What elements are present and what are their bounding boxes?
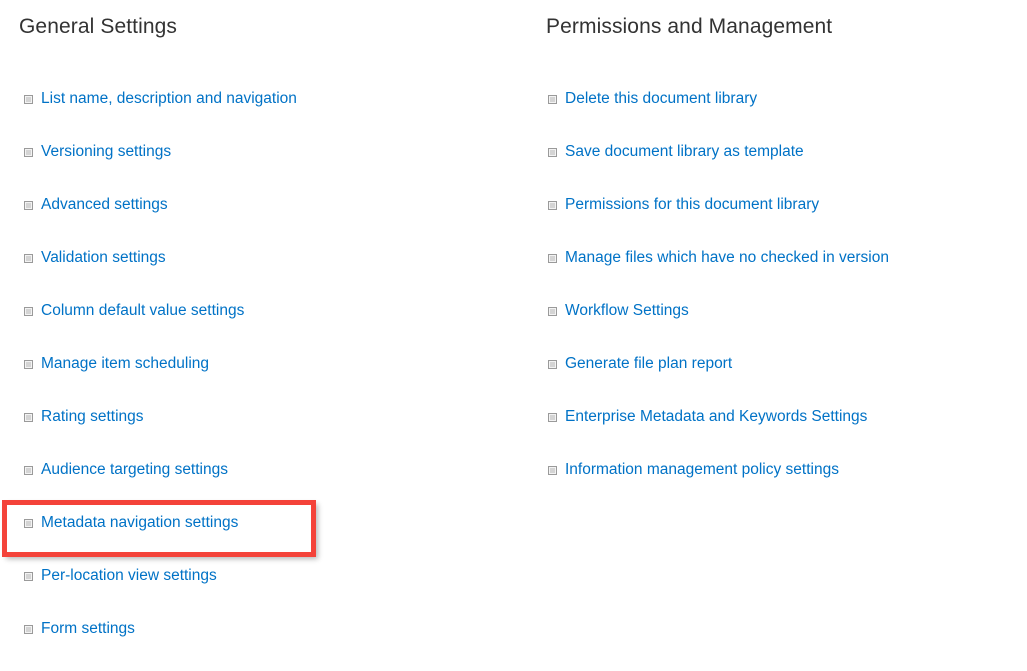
square-bullet-icon bbox=[548, 254, 557, 263]
settings-link[interactable]: Validation settings bbox=[41, 247, 166, 269]
settings-link-row[interactable]: Rating settings bbox=[24, 406, 524, 459]
permissions-and-management-heading: Permissions and Management bbox=[546, 0, 1016, 40]
square-bullet-icon bbox=[24, 466, 33, 475]
settings-link[interactable]: Generate file plan report bbox=[565, 353, 732, 375]
settings-link-row[interactable]: Save document library as template bbox=[548, 141, 1018, 194]
settings-link-row[interactable]: Manage item scheduling bbox=[24, 353, 524, 406]
square-bullet-icon bbox=[24, 201, 33, 210]
settings-link-row[interactable]: Column default value settings bbox=[24, 300, 524, 353]
general-settings-link-list: List name, description and navigation Ver… bbox=[24, 88, 524, 671]
settings-link[interactable]: List name, description and navigation bbox=[41, 88, 297, 110]
settings-link-row[interactable]: Delete this document library bbox=[548, 88, 1018, 141]
settings-link-row[interactable]: Generate file plan report bbox=[548, 353, 1018, 406]
settings-link[interactable]: Workflow Settings bbox=[565, 300, 689, 322]
settings-link[interactable]: Advanced settings bbox=[41, 194, 168, 216]
permissions-and-management-link-list: Delete this document library Save documen… bbox=[548, 88, 1018, 512]
settings-link[interactable]: Enterprise Metadata and Keywords Setting… bbox=[565, 406, 867, 428]
square-bullet-icon bbox=[24, 625, 33, 634]
settings-link[interactable]: Audience targeting settings bbox=[41, 459, 228, 481]
general-settings-column: General Settings List name, description … bbox=[19, 0, 519, 40]
square-bullet-icon bbox=[548, 360, 557, 369]
settings-link[interactable]: Manage files which have no checked in ve… bbox=[565, 247, 889, 269]
settings-link[interactable]: Per-location view settings bbox=[41, 565, 217, 587]
square-bullet-icon bbox=[548, 413, 557, 422]
square-bullet-icon bbox=[548, 307, 557, 316]
square-bullet-icon bbox=[548, 148, 557, 157]
settings-link[interactable]: Versioning settings bbox=[41, 141, 171, 163]
settings-link-row[interactable]: Workflow Settings bbox=[548, 300, 1018, 353]
square-bullet-icon bbox=[24, 360, 33, 369]
square-bullet-icon bbox=[24, 307, 33, 316]
settings-link[interactable]: Rating settings bbox=[41, 406, 144, 428]
settings-link[interactable]: Information management policy settings bbox=[565, 459, 839, 481]
square-bullet-icon bbox=[24, 95, 33, 104]
settings-link-row[interactable]: Permissions for this document library bbox=[548, 194, 1018, 247]
settings-link-row[interactable]: Validation settings bbox=[24, 247, 524, 300]
settings-link[interactable]: Metadata navigation settings bbox=[41, 512, 238, 534]
settings-link[interactable]: Delete this document library bbox=[565, 88, 757, 110]
settings-link-row[interactable]: Advanced settings bbox=[24, 194, 524, 247]
settings-link-row[interactable]: Form settings bbox=[24, 618, 524, 671]
square-bullet-icon bbox=[24, 254, 33, 263]
settings-link-row[interactable]: Audience targeting settings bbox=[24, 459, 524, 512]
square-bullet-icon bbox=[548, 466, 557, 475]
settings-link-row[interactable]: Manage files which have no checked in ve… bbox=[548, 247, 1018, 300]
permissions-and-management-column: Permissions and Management Delete this d… bbox=[546, 0, 1016, 40]
settings-link[interactable]: Manage item scheduling bbox=[41, 353, 209, 375]
square-bullet-icon bbox=[24, 572, 33, 581]
settings-link-row[interactable]: Enterprise Metadata and Keywords Setting… bbox=[548, 406, 1018, 459]
settings-link-row[interactable]: Versioning settings bbox=[24, 141, 524, 194]
general-settings-heading: General Settings bbox=[19, 0, 519, 40]
library-settings-page: General Settings List name, description … bbox=[0, 0, 1027, 670]
settings-link-row[interactable]: Information management policy settings bbox=[548, 459, 1018, 512]
settings-link[interactable]: Save document library as template bbox=[565, 141, 804, 163]
settings-link[interactable]: Form settings bbox=[41, 618, 135, 640]
settings-link-row[interactable]: List name, description and navigation bbox=[24, 88, 524, 141]
square-bullet-icon bbox=[24, 413, 33, 422]
settings-link[interactable]: Column default value settings bbox=[41, 300, 244, 322]
square-bullet-icon bbox=[24, 519, 33, 528]
square-bullet-icon bbox=[24, 148, 33, 157]
square-bullet-icon bbox=[548, 95, 557, 104]
settings-link-row[interactable]: Metadata navigation settings bbox=[24, 512, 524, 565]
settings-link-row[interactable]: Per-location view settings bbox=[24, 565, 524, 618]
settings-link[interactable]: Permissions for this document library bbox=[565, 194, 819, 216]
square-bullet-icon bbox=[548, 201, 557, 210]
